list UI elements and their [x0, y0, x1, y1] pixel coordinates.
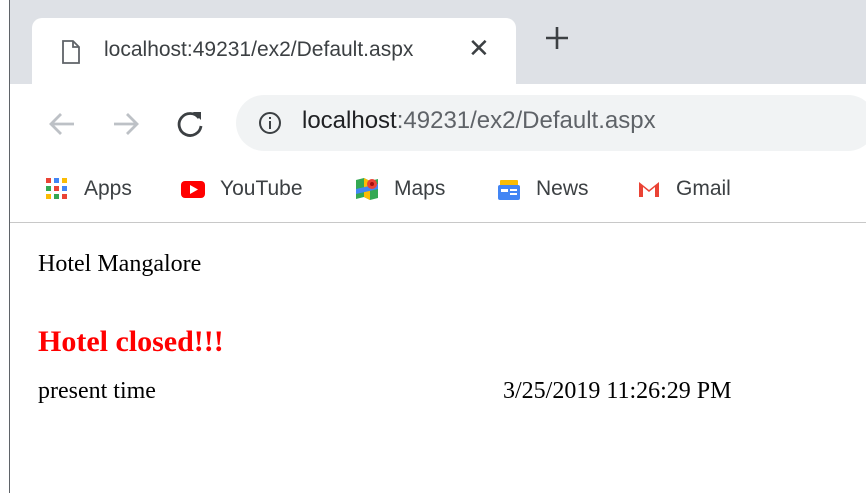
gmail-icon: [639, 182, 659, 197]
apps-grid-icon: [46, 178, 67, 199]
bookmark-label: News: [536, 177, 589, 200]
bookmark-apps[interactable]: Apps: [44, 174, 132, 204]
hotel-name: Hotel Mangalore: [38, 251, 202, 277]
time-value: 3/25/2019 11:26:29 PM: [503, 378, 732, 404]
bookmark-gmail[interactable]: Gmail: [636, 174, 731, 204]
page-content: Hotel Mangalore Hotel closed!!! present …: [10, 223, 866, 493]
info-icon[interactable]: [258, 111, 282, 135]
bookmark-news[interactable]: News: [496, 174, 589, 204]
forward-arrow-icon[interactable]: [108, 106, 144, 142]
tab-strip: localhost:49231/ex2/Default.aspx ✕: [10, 0, 866, 84]
reload-icon[interactable]: [172, 106, 208, 142]
url-host: localhost: [302, 107, 397, 134]
close-tab-icon[interactable]: ✕: [468, 35, 490, 61]
window-left-edge: [0, 0, 10, 493]
status-message: Hotel closed!!!: [38, 325, 224, 358]
time-label: present time: [38, 378, 156, 404]
bookmark-youtube[interactable]: YouTube: [180, 174, 303, 204]
news-icon: [498, 180, 520, 200]
tab-strip-top: [10, 0, 866, 10]
bookmark-maps[interactable]: Maps: [354, 174, 445, 204]
browser-tab[interactable]: localhost:49231/ex2/Default.aspx ✕: [32, 18, 516, 84]
address-bar[interactable]: localhost:49231/ex2/Default.aspx: [236, 95, 866, 151]
bookmark-label: YouTube: [220, 177, 303, 200]
youtube-icon: [181, 181, 205, 198]
plus-icon[interactable]: [543, 24, 571, 52]
maps-icon: [356, 178, 378, 200]
bookmark-label: Gmail: [676, 177, 731, 200]
bookmark-label: Maps: [394, 177, 446, 200]
url-text[interactable]: localhost:49231/ex2/Default.aspx: [302, 107, 656, 135]
page-icon: [62, 40, 80, 64]
url-path: :49231/ex2/Default.aspx: [396, 107, 656, 134]
toolbar: localhost:49231/ex2/Default.aspx: [10, 84, 866, 164]
back-arrow-icon[interactable]: [44, 106, 80, 142]
bookmarks-bar: Apps YouTube Maps News Gmail: [10, 164, 866, 223]
browser-window: localhost:49231/ex2/Default.aspx ✕ local…: [10, 0, 866, 493]
tab-title: localhost:49231/ex2/Default.aspx: [104, 38, 414, 61]
bookmark-label: Apps: [84, 177, 132, 200]
